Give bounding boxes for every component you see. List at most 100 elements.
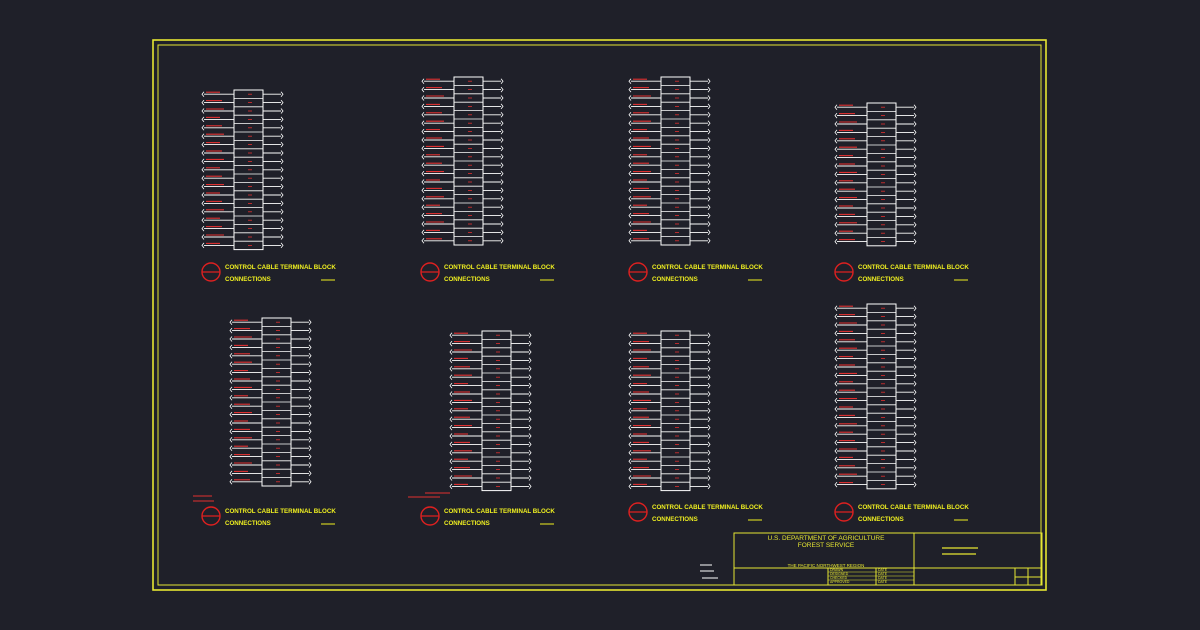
wire-left-cap <box>449 340 453 347</box>
wire-left-cap <box>421 162 425 168</box>
wire-left-cap <box>201 91 205 97</box>
wire-right-cap <box>500 179 504 185</box>
wire-right-cap <box>707 458 711 464</box>
block-title-line-1: CONTROL CABLE TERMINAL BLOCK <box>858 504 969 511</box>
agency-line-1: U.S. DEPARTMENT OF AGRICULTURE <box>768 535 886 542</box>
wire-right-cap <box>913 322 917 328</box>
wire-left-cap <box>628 238 632 244</box>
wire-left-cap <box>834 112 838 119</box>
wire-left-cap <box>229 361 233 367</box>
wire-left-cap <box>449 332 453 338</box>
wire-left-cap <box>628 475 632 481</box>
cad-drawing: CONTROL CABLE TERMINAL BLOCKCONNECTIONSC… <box>152 39 1047 591</box>
wire-left-cap <box>449 416 453 422</box>
wire-left-cap <box>421 128 425 135</box>
wire-right-cap <box>308 386 312 393</box>
wire-right-cap <box>308 470 312 477</box>
wire-right-cap <box>280 242 284 249</box>
wire-left-cap <box>229 445 233 451</box>
wire-left-cap <box>229 327 233 334</box>
wire-left-cap <box>229 403 233 409</box>
wire-right-cap <box>707 120 711 126</box>
wire-right-cap <box>528 399 532 406</box>
block-title-line-1: CONTROL CABLE TERMINAL BLOCK <box>652 264 763 271</box>
wire-left-cap <box>201 200 205 207</box>
terminal-blocks: CONTROL CABLE TERMINAL BLOCKCONNECTIONSC… <box>201 76 969 527</box>
wire-right-cap <box>308 437 312 443</box>
wire-left-cap <box>628 340 632 347</box>
wire-left-cap <box>628 391 632 397</box>
wire-right-cap <box>528 340 532 347</box>
wire-left-cap <box>449 450 453 456</box>
wire-left-cap <box>449 349 453 355</box>
wire-left-cap <box>449 433 453 439</box>
wire-left-cap <box>834 372 838 379</box>
wire-right-cap <box>707 483 711 490</box>
wire-left-cap <box>628 128 632 135</box>
wire-left-cap <box>449 391 453 397</box>
wire-right-cap <box>528 416 532 422</box>
wire-right-cap <box>913 138 917 144</box>
wire-left-cap <box>834 339 838 345</box>
block-title-line-2: CONNECTIONS <box>652 276 698 283</box>
wire-right-cap <box>308 378 312 384</box>
wire-left-cap <box>628 450 632 456</box>
wire-right-cap <box>528 424 532 431</box>
wire-right-cap <box>913 381 917 387</box>
terminal-block-b5: CONTROL CABLE TERMINAL BLOCK CONNECTIONS <box>201 317 336 527</box>
wire-left-cap <box>201 234 205 240</box>
wire-right-cap <box>707 475 711 481</box>
wire-left-cap <box>628 466 632 473</box>
wire-left-cap <box>229 353 233 359</box>
wire-right-cap <box>913 481 917 488</box>
wire-left-cap <box>449 382 453 389</box>
wire-left-cap <box>834 381 838 387</box>
wire-right-cap <box>913 163 917 169</box>
wire-right-cap <box>913 355 917 362</box>
wire-left-cap <box>628 162 632 168</box>
wire-right-cap <box>707 154 711 160</box>
wire-right-cap <box>707 103 711 110</box>
wire-left-cap <box>628 86 632 93</box>
wire-right-cap <box>280 99 284 106</box>
wire-right-cap <box>280 158 284 165</box>
wire-left-cap <box>834 121 838 127</box>
wire-right-cap <box>913 121 917 127</box>
wire-left-cap <box>834 322 838 328</box>
wire-right-cap <box>913 146 917 152</box>
block-title-line-2: CONNECTIONS <box>858 276 904 283</box>
block-title-line-2: CONNECTIONS <box>652 516 698 523</box>
wire-right-cap <box>280 150 284 156</box>
wire-left-cap <box>449 475 453 481</box>
wire-left-cap <box>421 196 425 202</box>
wire-right-cap <box>913 205 917 211</box>
wire-right-cap <box>280 183 284 190</box>
revision-notes <box>700 564 718 579</box>
wire-left-cap <box>834 439 838 446</box>
wire-right-cap <box>528 332 532 338</box>
terminal-block-b7: CONTROL CABLE TERMINAL BLOCK CONNECTIONS <box>628 330 763 523</box>
wire-left-cap <box>628 212 632 219</box>
wire-left-cap <box>834 154 838 161</box>
wire-right-cap <box>280 200 284 207</box>
block-title-line-2: CONNECTIONS <box>225 276 271 283</box>
wire-right-cap <box>528 391 532 397</box>
wire-left-cap <box>834 456 838 463</box>
wire-right-cap <box>280 133 284 139</box>
wire-right-cap <box>528 357 532 364</box>
wire-right-cap <box>707 366 711 372</box>
wire-right-cap <box>528 466 532 473</box>
wire-right-cap <box>707 212 711 219</box>
wire-left-cap <box>421 221 425 227</box>
wire-right-cap <box>913 465 917 471</box>
wire-right-cap <box>308 428 312 435</box>
wire-left-cap <box>834 171 838 178</box>
wire-right-cap <box>528 349 532 355</box>
wire-left-cap <box>628 332 632 338</box>
wire-right-cap <box>308 336 312 342</box>
wire-right-cap <box>707 187 711 194</box>
wire-left-cap <box>628 441 632 448</box>
wire-right-cap <box>280 192 284 198</box>
wire-left-cap <box>834 313 838 320</box>
wire-left-cap <box>201 217 205 223</box>
